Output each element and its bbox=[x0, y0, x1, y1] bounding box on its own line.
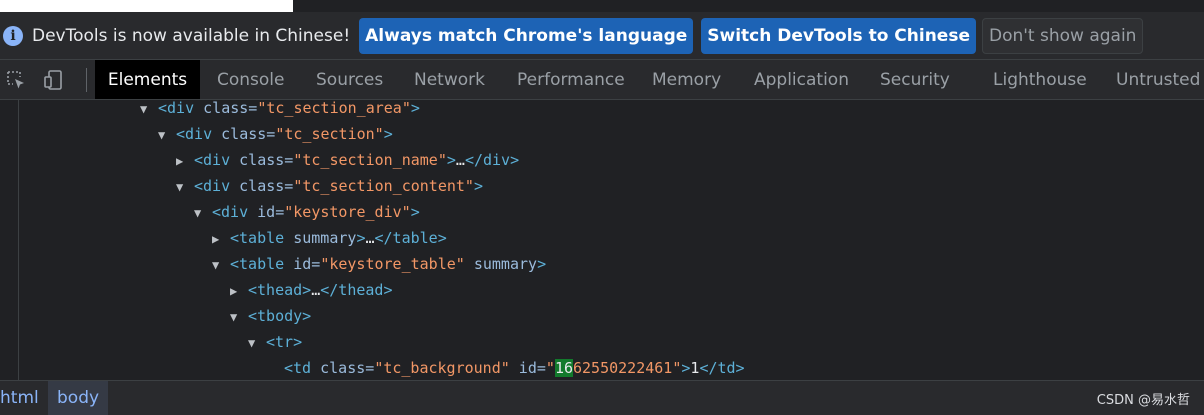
tab-network[interactable]: Network bbox=[414, 60, 485, 99]
tab-elements[interactable]: Elements bbox=[95, 60, 200, 99]
toolbar-divider bbox=[86, 68, 87, 92]
window-top-strip bbox=[0, 0, 1204, 12]
dom-node-keystore-table[interactable]: ▼ <table id="keystore_table" summary> bbox=[212, 251, 546, 277]
tab-console[interactable]: Console bbox=[217, 60, 285, 99]
tab-performance[interactable]: Performance bbox=[517, 60, 625, 99]
expanded-triangle-icon[interactable]: ▼ bbox=[194, 200, 212, 226]
tab-lighthouse[interactable]: Lighthouse bbox=[993, 60, 1087, 99]
dom-node-tr[interactable]: ▼ <tr> bbox=[248, 329, 302, 355]
tab-security[interactable]: Security bbox=[880, 60, 950, 99]
dom-node-section-area[interactable]: ▼ <div class="tc_section_area"> bbox=[140, 100, 420, 121]
breadcrumb-html[interactable]: html bbox=[0, 381, 43, 415]
collapsed-triangle-icon[interactable]: ▶ bbox=[230, 278, 248, 304]
elements-dom-tree: ▼ <div class="tc_section_area"> ▼ <div cla… bbox=[0, 100, 1204, 380]
devtools-tab-bar: Elements Console Sources Network Perform… bbox=[0, 60, 1204, 100]
info-icon: i bbox=[3, 25, 23, 46]
dom-node-thead[interactable]: ▶ <thead>…</thead> bbox=[230, 277, 393, 303]
dom-node-section-name[interactable]: ▶ <div class="tc_section_name">…</div> bbox=[176, 147, 519, 173]
expanded-triangle-icon[interactable]: ▼ bbox=[248, 330, 266, 356]
search-highlight: 16 bbox=[554, 359, 573, 377]
breadcrumb-body[interactable]: body bbox=[48, 381, 109, 415]
expanded-triangle-icon[interactable]: ▼ bbox=[212, 252, 230, 278]
language-infobar: i DevTools is now available in Chinese! … bbox=[0, 12, 1204, 60]
expanded-triangle-icon[interactable]: ▼ bbox=[158, 122, 176, 148]
tab-untrusted-types[interactable]: Untrusted T bbox=[1116, 60, 1204, 99]
tree-gutter bbox=[18, 100, 19, 380]
dom-node-keystore-div[interactable]: ▼ <div id="keystore_div"> bbox=[194, 199, 420, 225]
switch-language-button[interactable]: Switch DevTools to Chinese bbox=[701, 17, 976, 54]
tab-memory[interactable]: Memory bbox=[652, 60, 721, 99]
watermark: CSDN @易水哲 bbox=[1096, 392, 1190, 408]
expanded-triangle-icon[interactable]: ▼ bbox=[176, 174, 194, 200]
expanded-triangle-icon[interactable]: ▼ bbox=[230, 304, 248, 330]
dom-node-tbody[interactable]: ▼ <tbody> bbox=[230, 303, 311, 329]
collapsed-triangle-icon[interactable]: ▶ bbox=[212, 226, 230, 252]
tab-sources[interactable]: Sources bbox=[316, 60, 383, 99]
dom-node-section-content[interactable]: ▼ <div class="tc_section_content"> bbox=[176, 173, 483, 199]
device-toolbar-icon[interactable] bbox=[43, 69, 65, 91]
dom-node-section[interactable]: ▼ <div class="tc_section"> bbox=[158, 121, 393, 147]
match-language-button[interactable]: Always match Chrome's language bbox=[359, 17, 694, 54]
dom-node-table-summary[interactable]: ▶ <table summary>…</table> bbox=[212, 225, 447, 251]
tab-application[interactable]: Application bbox=[754, 60, 849, 99]
page-edge bbox=[0, 0, 293, 12]
dom-node-td[interactable]: <td class="tc_background" id="1662550222… bbox=[284, 355, 745, 380]
dont-show-again-button[interactable]: Don't show again bbox=[981, 17, 1144, 54]
collapsed-triangle-icon[interactable]: ▶ bbox=[176, 148, 194, 174]
infobar-message: DevTools is now available in Chinese! bbox=[32, 25, 351, 46]
breadcrumb-bar: html body CSDN @易水哲 bbox=[0, 380, 1204, 415]
inspect-element-icon[interactable] bbox=[5, 69, 27, 91]
expanded-triangle-icon[interactable]: ▼ bbox=[140, 100, 158, 122]
